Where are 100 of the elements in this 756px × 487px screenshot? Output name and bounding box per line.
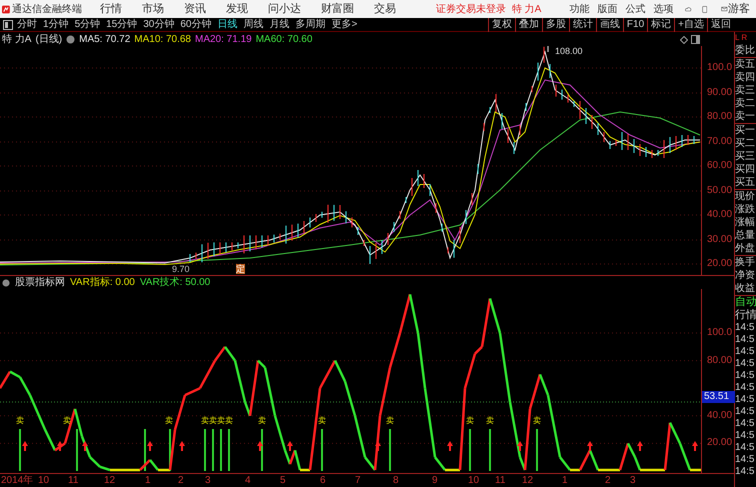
menu-item[interactable]: 问小达	[268, 0, 301, 18]
trade-time: 14:5	[735, 418, 756, 430]
up-arrow-icon	[692, 441, 698, 451]
quote-field-label: 卖一	[735, 110, 756, 124]
quote-field-label: 卖二	[735, 97, 756, 110]
price-axis-label: 40.00	[707, 210, 732, 220]
date-axis-label: 6	[320, 475, 326, 487]
user-name[interactable]: 游客	[728, 0, 750, 18]
date-axis-label: 10	[468, 475, 480, 487]
menu-item[interactable]: 发现	[226, 0, 248, 18]
quote-field-label: 涨幅	[735, 216, 756, 229]
cursor-value-label: 53.51	[702, 391, 735, 404]
diamond-icon[interactable]	[680, 36, 688, 44]
date-axis-label: 5	[280, 475, 286, 487]
price-axis-label: 80.00	[707, 112, 732, 122]
menu-item[interactable]: 行情	[100, 0, 122, 18]
menu-item[interactable]: 功能	[569, 2, 590, 16]
up-arrow-icon	[637, 441, 643, 451]
message-icon[interactable]	[721, 4, 728, 14]
chart-period: (日线)	[35, 32, 62, 46]
trade-time: 14:5	[735, 466, 756, 478]
date-axis-label: 4	[245, 475, 251, 487]
settings-icon[interactable]	[66, 34, 76, 44]
sell-signal: 卖	[16, 417, 24, 425]
trade-time: 14:5	[735, 382, 756, 394]
toolbar-button[interactable]: F10	[622, 18, 648, 32]
date-axis-label: 12	[522, 475, 534, 487]
period-tab[interactable]: 月线	[270, 17, 290, 32]
indicator-axis-label: 80.00	[707, 356, 732, 366]
period-tab[interactable]: 5分钟	[74, 17, 100, 32]
menu-item[interactable]: 资讯	[184, 0, 206, 18]
stock-title: 特 力A	[2, 32, 32, 46]
toolbar-button[interactable]: 标记	[647, 18, 674, 32]
indicator-axis-label: 20.00	[707, 438, 732, 448]
trade-time: 14:5	[735, 334, 756, 346]
up-arrow-icon	[287, 441, 293, 451]
panel-toggle-icon[interactable]	[3, 20, 13, 30]
panel-corner-label[interactable]: L R	[735, 32, 756, 44]
price-axis-label: 90.00	[707, 88, 732, 98]
toolbar-button[interactable]: 统计	[568, 18, 596, 32]
period-tab[interactable]: 分时	[17, 17, 37, 32]
date-axis-label: 10	[38, 475, 50, 487]
quote-field-label: 买四	[735, 163, 756, 176]
sell-signal: 卖	[63, 417, 71, 425]
quote-field-label: 卖三	[735, 84, 756, 97]
period-tab[interactable]: 多周期	[296, 17, 326, 32]
menu-item[interactable]: 版面	[597, 2, 618, 16]
trade-time: 14:5	[735, 394, 756, 406]
price-axis-label: 50.00	[707, 186, 732, 196]
up-arrow-icon	[57, 441, 63, 451]
auto-label[interactable]: 自动	[735, 295, 756, 309]
sell-signal: 卖	[225, 417, 233, 425]
quote-field-label: 买二	[735, 137, 756, 150]
date-axis-label: 3	[630, 475, 636, 487]
up-arrow-icon	[82, 441, 88, 451]
period-tab[interactable]: 15分钟	[106, 17, 138, 32]
quote-field-label: 委比	[735, 44, 756, 58]
up-arrow-icon	[257, 441, 263, 451]
period-tab[interactable]: 更多>	[332, 17, 358, 32]
layout-icon[interactable]	[691, 35, 700, 44]
menu-item[interactable]: 交易	[374, 0, 396, 18]
sell-signal: 卖	[217, 417, 225, 425]
toolbar-button[interactable]: 画线	[596, 18, 623, 32]
toolbar-button[interactable]: 叠加	[514, 18, 542, 32]
period-tab[interactable]: 周线	[244, 17, 264, 32]
toolbar-button[interactable]: 复权	[488, 18, 515, 32]
date-axis-label: 3	[205, 475, 211, 487]
event-marker[interactable]: 定	[236, 264, 245, 274]
app-name: 通达信金融终端	[12, 2, 82, 16]
period-tab[interactable]: 日线	[218, 17, 238, 32]
period-tab[interactable]: 60分钟	[180, 17, 212, 32]
indicator-name: 股票指标网	[15, 276, 65, 290]
period-tab[interactable]: 30分钟	[143, 17, 174, 32]
quote-field-label: 收益	[735, 282, 756, 295]
date-axis-label: 2014年	[1, 475, 34, 487]
low-price-label: 9.70	[172, 264, 190, 274]
date-axis-label: 2	[178, 475, 184, 487]
moving-average-value: MA60: 70.60	[256, 32, 312, 46]
trade-time: 14:5	[735, 358, 756, 370]
phone-icon[interactable]	[702, 4, 708, 14]
quote-field-label: 涨跌	[735, 203, 756, 216]
trade-time: 14:5	[735, 454, 756, 466]
menu-item[interactable]: 财富圈	[320, 0, 354, 18]
sell-signal: 卖	[533, 417, 541, 425]
menu-item[interactable]: 选项	[653, 2, 674, 16]
menu-item[interactable]: 公式	[625, 2, 646, 16]
toolbar-button[interactable]: +自选	[674, 18, 707, 32]
moving-average-value: MA10: 70.68	[134, 32, 191, 46]
toolbar-button[interactable]: 返回	[707, 18, 734, 32]
high-price-label: 108.00	[555, 45, 583, 58]
settings-icon[interactable]	[2, 278, 10, 286]
date-axis-label: 11	[495, 475, 506, 487]
menu-item[interactable]: 市场	[142, 0, 164, 18]
date-axis-label: 1	[562, 475, 568, 487]
quote-field-label: 外盘	[735, 242, 756, 256]
stock-name: 特 力A	[512, 2, 542, 16]
period-tab[interactable]: 1分钟	[43, 17, 69, 32]
login-status[interactable]: 证券交易未登录	[436, 2, 506, 16]
trade-time: 14:5	[735, 322, 756, 334]
toolbar-button[interactable]: 多股	[542, 18, 569, 32]
